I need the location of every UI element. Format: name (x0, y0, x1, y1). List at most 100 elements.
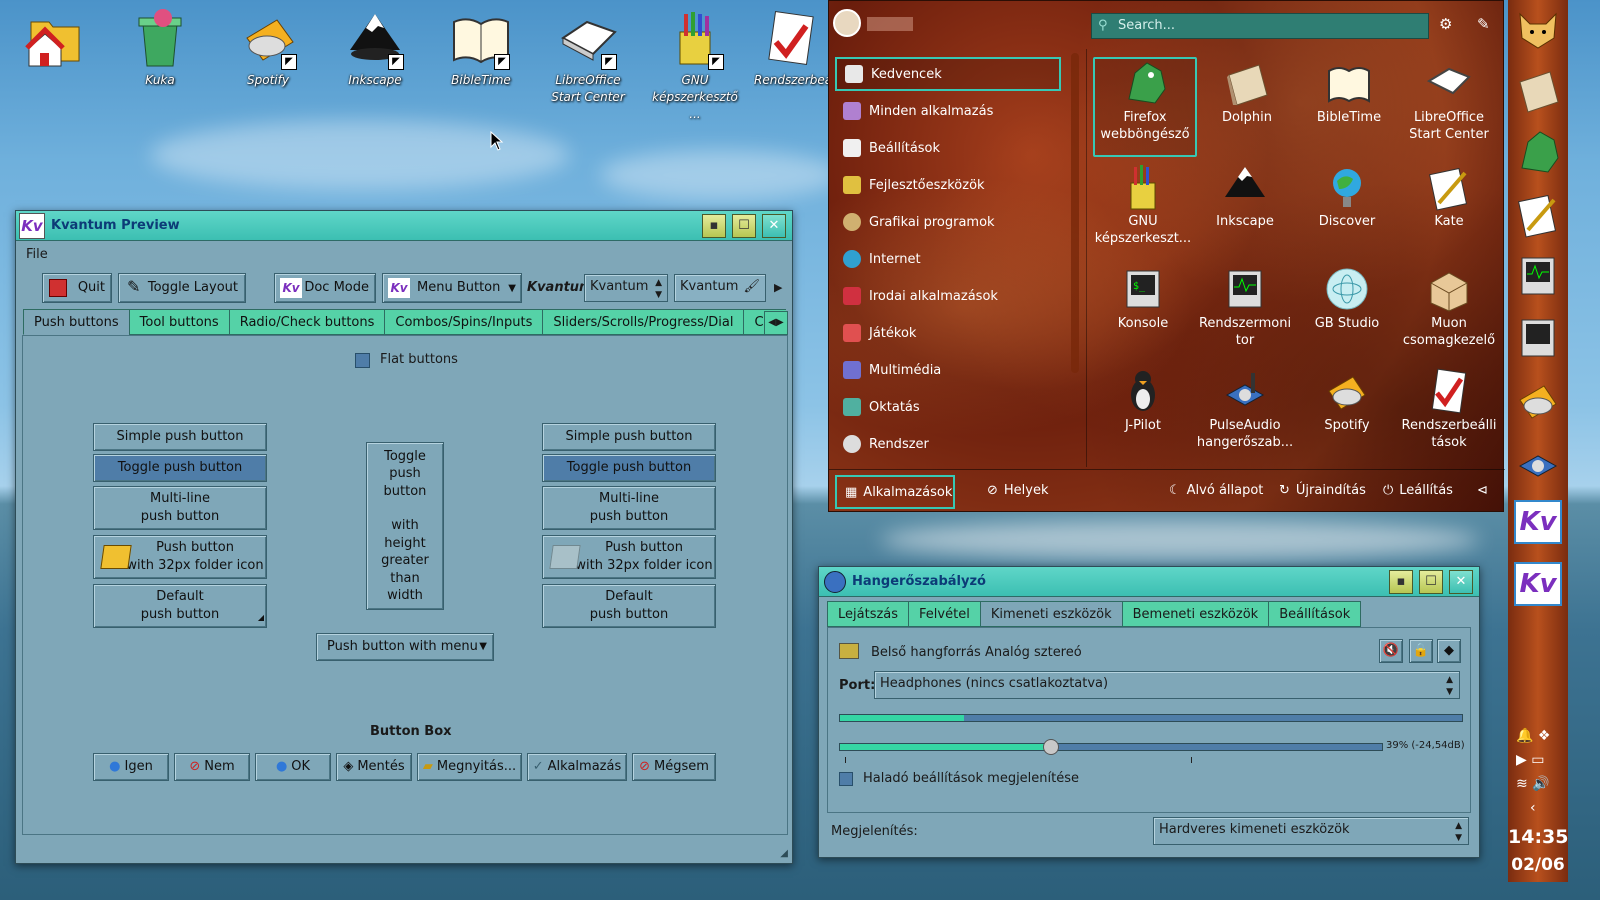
category-development[interactable]: Fejlesztőeszközök (835, 168, 1061, 202)
resize-grip-icon[interactable]: ◢ (780, 848, 788, 859)
dropbox-icon[interactable]: ❖ (1538, 728, 1551, 744)
app-kate[interactable]: Kate (1397, 163, 1501, 230)
menu-button[interactable]: Kv Menu Button ▼ (382, 273, 522, 303)
default-push-button[interactable]: Default push button ◢ (93, 584, 267, 628)
advanced-checkbox[interactable] (839, 772, 853, 786)
close-button[interactable]: ✕ (762, 213, 786, 238)
close-button[interactable]: ✕ (1449, 569, 1473, 594)
kvantum-preview-icon[interactable]: Kv (1514, 562, 1562, 610)
desktop-icon-libreoffice[interactable]: ◤ LibreOffice Start Center (540, 8, 636, 106)
flat-buttons-checkbox[interactable] (355, 353, 370, 368)
tab-radio-check[interactable]: Radio/Check buttons (228, 309, 386, 335)
port-combo[interactable]: Headphones (nincs csatlakoztatva) ▲ ▼ (874, 671, 1460, 699)
category-office[interactable]: Irodai alkalmazások (835, 279, 1061, 313)
media-player-icon[interactable]: ▶ (1516, 752, 1527, 768)
category-settings[interactable]: Beállítások (835, 131, 1061, 165)
app-gimp[interactable]: GNU képszerkeszt... (1091, 163, 1195, 247)
pin-icon[interactable]: ✎ (1477, 15, 1490, 33)
desktop-icon-bibletime[interactable]: ◤ BibleTime (433, 8, 529, 89)
kvantum-editable-combo[interactable]: Kvantum 🖌 (674, 274, 766, 302)
app-gb-studio[interactable]: GB Studio (1295, 265, 1399, 332)
tab-input-devices[interactable]: Bemeneti eszközök (1121, 601, 1270, 627)
tab-output-devices[interactable]: Kimeneti eszközök (979, 601, 1123, 627)
lock-channels-button[interactable]: 🔒 (1409, 639, 1433, 663)
tab-push-buttons[interactable]: Push buttons (23, 309, 130, 335)
set-default-button[interactable]: ◆ (1437, 639, 1461, 663)
app-spotify[interactable]: Spotify (1295, 367, 1399, 434)
desktop-icon-inkscape[interactable]: ◤ Inkscape (327, 8, 423, 89)
system-monitor-icon[interactable] (1514, 252, 1562, 300)
category-all[interactable]: Minden alkalmazás (835, 94, 1061, 128)
toggle-push-button-flat[interactable]: Toggle push button (542, 454, 716, 482)
kvantum-manager-icon[interactable]: Kv (1514, 500, 1562, 548)
notifications-icon[interactable]: 🔔 (1516, 728, 1533, 744)
desktop-icon-home[interactable] (6, 8, 102, 72)
app-dolphin[interactable]: Dolphin (1195, 59, 1299, 126)
tab-sliders[interactable]: Sliders/Scrolls/Progress/Dial (542, 309, 745, 335)
app-inkscape[interactable]: Inkscape (1193, 163, 1297, 230)
ok-button[interactable]: ● OK (255, 753, 331, 781)
tall-toggle-push-button[interactable]: Toggle push button with height greater than wid… (366, 442, 444, 610)
configure-icon[interactable]: ⚙ (1439, 15, 1452, 33)
window-titlebar[interactable]: Hangerőszabályzó ▪ ☐ ✕ (819, 567, 1479, 597)
app-konsole[interactable]: $_ Konsole (1091, 265, 1195, 332)
search-input[interactable]: ⚲ Search... (1091, 13, 1429, 39)
category-graphics[interactable]: Grafikai programok (835, 205, 1061, 239)
category-education[interactable]: Oktatás (835, 390, 1061, 424)
category-favorites[interactable]: Kedvencek (835, 57, 1061, 91)
folder-push-button-disabled[interactable]: Push button with 32px folder icon (542, 535, 716, 579)
simple-push-button[interactable]: Simple push button (93, 423, 267, 451)
app-firefox[interactable]: Firefox webböngésző (1093, 57, 1197, 157)
tab-recording[interactable]: Felvétel (908, 601, 981, 627)
clock-date[interactable]: 02/06 (1508, 855, 1568, 875)
desktop-icon-gimp[interactable]: ◤ GNU képszerkesztő ... (647, 8, 743, 123)
applications-tab[interactable]: ▦ Alkalmazások (835, 475, 955, 509)
tab-playback[interactable]: Lejátszás (827, 601, 910, 627)
tab-tool-buttons[interactable]: Tool buttons (128, 309, 230, 335)
more-chevron-icon[interactable]: ⊲ (1477, 483, 1488, 498)
doc-mode-button[interactable]: Kv Doc Mode (274, 273, 376, 303)
show-combo[interactable]: Hardveres kimeneti eszközök ▲ ▼ (1153, 817, 1469, 845)
app-libreoffice[interactable]: LibreOffice Start Center (1397, 59, 1501, 143)
save-button[interactable]: ◈ Mentés (336, 753, 412, 781)
cancel-button[interactable]: ⊘ Mégsem (632, 753, 716, 781)
tab-combos[interactable]: Combos/Spins/Inputs (384, 309, 544, 335)
kate-icon[interactable] (1514, 190, 1562, 238)
simple-push-button-flat[interactable]: Simple push button (542, 423, 716, 451)
sleep-button[interactable]: ☾ Alvó állapot (1169, 483, 1263, 498)
volume-slider[interactable] (839, 739, 1383, 755)
app-system-settings[interactable]: Rendszerbeálli tások (1397, 367, 1501, 451)
category-games[interactable]: Játékok (835, 316, 1061, 350)
app-system-monitor[interactable]: Rendszermoni tor (1193, 265, 1297, 349)
toggle-layout-button[interactable]: ✎ Toggle Layout (118, 273, 246, 303)
window-titlebar[interactable]: Kv Kvantum Preview ▪ ☐ ✕ (16, 211, 792, 241)
mute-button[interactable]: 🔇 (1379, 639, 1403, 663)
category-internet[interactable]: Internet (835, 242, 1061, 276)
kvantum-combo[interactable]: Kvantum ▲ ▼ (584, 274, 668, 302)
places-tab[interactable]: ⊘ Helyek (987, 483, 1049, 498)
app-muon[interactable]: Muon csomagkezelő (1397, 265, 1501, 349)
maximize-button[interactable]: ☐ (1419, 569, 1443, 594)
expand-tray-chevron-icon[interactable]: ‹ (1530, 800, 1536, 816)
spotify-icon[interactable] (1514, 376, 1562, 424)
shutdown-button[interactable]: ⏻ Leállítás (1383, 483, 1453, 498)
pulseaudio-icon[interactable] (1514, 438, 1562, 486)
tab-configuration[interactable]: Beállítások (1268, 601, 1362, 627)
battery-icon[interactable]: ▭ (1531, 752, 1544, 768)
firefox-icon[interactable] (1514, 128, 1562, 176)
multiline-push-button-flat[interactable]: Multi-line push button (542, 486, 716, 530)
folder-push-button[interactable]: Push button with 32px folder icon (93, 535, 267, 579)
desktop-icon-systemsettings[interactable]: Rendszerbeállítások (754, 8, 828, 89)
app-discover[interactable]: Discover (1295, 163, 1399, 230)
multiline-push-button[interactable]: Multi-line push button (93, 486, 267, 530)
desktop-icon-trash[interactable]: Kuka (112, 8, 208, 89)
dolphin-icon[interactable] (1514, 66, 1562, 114)
yes-button[interactable]: ● Igen (93, 753, 169, 781)
launcher-fox-icon[interactable] (1514, 4, 1562, 52)
menu-file[interactable]: File (26, 247, 48, 262)
category-scrollbar[interactable] (1071, 53, 1079, 373)
restart-button[interactable]: ↻ Újraindítás (1279, 483, 1366, 498)
quit-button[interactable]: Quit (42, 273, 112, 303)
desktop-icon-spotify[interactable]: ◤ Spotify (220, 8, 316, 89)
apply-button[interactable]: ✓ Alkalmazás (527, 753, 627, 781)
